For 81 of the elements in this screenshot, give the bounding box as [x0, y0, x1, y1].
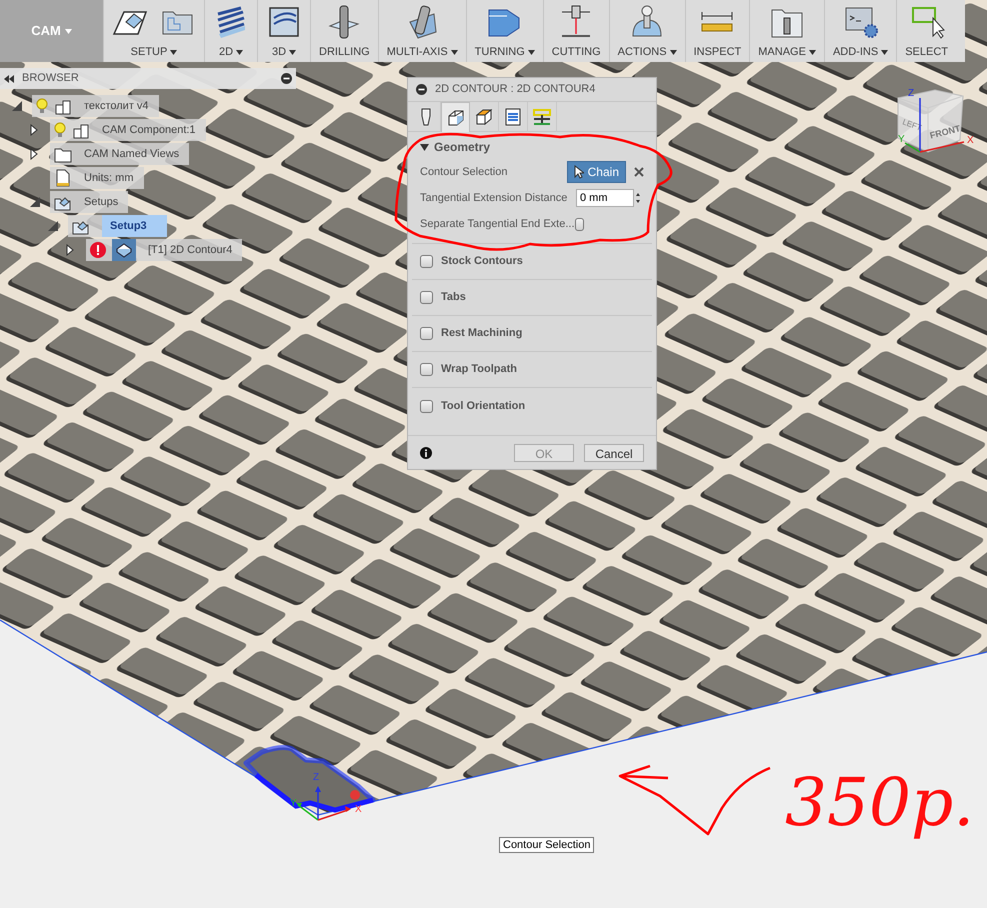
panel-title: BROWSER	[22, 71, 80, 86]
section-title: Stock Contours	[441, 254, 523, 270]
face-label: LEFT	[901, 117, 923, 133]
checkbox[interactable]	[420, 363, 433, 376]
dialog-button[interactable]: Cancel	[584, 444, 644, 462]
field-label: Tangential Extension Distance	[420, 190, 568, 206]
light-bulb-icon[interactable]	[54, 122, 66, 138]
origin-marker	[350, 790, 360, 800]
section-title: Rest Machining	[441, 326, 522, 342]
field-label: Separate Tangential End Exte...	[420, 216, 575, 232]
tree-item[interactable]: Setup3	[68, 215, 167, 237]
toolbar-menu-button[interactable]: ADD-INS	[832, 45, 888, 59]
cursor-icon	[574, 165, 584, 179]
cube-icon	[446, 108, 466, 128]
section-header[interactable]: Geometry	[412, 135, 498, 159]
minimize-icon[interactable]	[281, 73, 292, 84]
tooltip: Contour Selection	[499, 837, 594, 853]
expanded-triangle-icon[interactable]	[12, 101, 22, 111]
toolbar-button[interactable]: INSPECT	[694, 45, 742, 59]
toolbar-menu-button[interactable]: TURNING	[474, 45, 535, 59]
axis-label: Y	[290, 798, 297, 809]
caret-icon	[289, 50, 296, 54]
toolbar-menu-button[interactable]: 3D	[272, 45, 296, 59]
caret-icon	[450, 50, 458, 54]
checkbox[interactable]	[420, 327, 433, 340]
axis-label: X	[967, 135, 974, 146]
layers-icon	[503, 107, 523, 127]
expanded-triangle-icon[interactable]	[30, 197, 40, 207]
caret-icon	[170, 50, 178, 54]
caret-icon	[236, 50, 244, 54]
info-icon[interactable]	[420, 446, 432, 458]
toolbar-menu-button[interactable]: MANAGE	[758, 45, 816, 59]
toolbar-button[interactable]: DRILLING	[319, 45, 370, 59]
toolbar-menu-button[interactable]: 2D	[218, 45, 244, 59]
checkbox[interactable]	[420, 255, 433, 268]
toolbar-menu-button[interactable]: MULTI-AXIS	[386, 45, 458, 59]
checkbox[interactable]	[420, 291, 433, 304]
axis-triad-drawing	[296, 786, 351, 821]
stock-cube-icon	[474, 107, 494, 127]
section-title: Wrap Toolpath	[441, 362, 517, 378]
field-label: Contour Selection	[420, 164, 508, 180]
minimize-icon[interactable]	[416, 84, 427, 95]
close-icon[interactable]	[634, 167, 644, 177]
tree-item[interactable]: [T1] 2D Contour4	[86, 239, 242, 261]
collapsed-triangle-icon[interactable]	[66, 244, 74, 256]
toolbar-menu-button[interactable]: ACTIONS	[618, 45, 677, 59]
tree-item[interactable]: текстолит v4	[32, 95, 159, 117]
section-title: Tabs	[441, 290, 466, 306]
tree-item[interactable]: Units: mm	[50, 167, 144, 189]
tree-item[interactable]: Setups	[50, 191, 128, 213]
dialog-tab[interactable]	[441, 102, 470, 132]
light-bulb-icon[interactable]	[36, 98, 48, 114]
selection-button[interactable]: Chain	[566, 161, 626, 183]
number-field[interactable]: 0 mm	[576, 189, 634, 207]
checkbox[interactable]	[420, 400, 433, 412]
checkbox[interactable]	[574, 218, 584, 230]
caret-icon	[670, 50, 677, 54]
dialog-title: 2D CONTOUR : 2D CONTOUR4	[435, 82, 596, 98]
document-ruler-icon	[54, 169, 72, 187]
collapse-icon[interactable]	[4, 74, 14, 82]
cube-icon	[115, 241, 133, 259]
tree-item[interactable]: CAM Component:1	[50, 119, 206, 141]
collapsed-triangle-icon[interactable]	[30, 124, 38, 136]
face-label: FRONT	[928, 123, 962, 141]
axis-label: X	[355, 804, 362, 815]
tree-item[interactable]: CAM Named Views	[50, 143, 190, 165]
passes-icon	[532, 107, 552, 127]
caret-icon	[64, 28, 72, 34]
caret-icon	[881, 50, 888, 54]
expanded-triangle-icon[interactable]	[48, 221, 58, 231]
toolbar-menu-button[interactable]: SETUP	[130, 45, 178, 59]
error-icon	[90, 242, 106, 258]
axis-label: Y	[898, 134, 905, 145]
axis-label: Z	[313, 772, 320, 783]
expanded-caret-icon	[420, 144, 429, 150]
toolbar-button[interactable]: SELECT	[905, 45, 948, 59]
caret-icon	[808, 50, 816, 54]
collapsed-triangle-icon[interactable]	[30, 148, 38, 160]
toolbar-button[interactable]: CUTTING	[552, 45, 601, 59]
caret-icon	[528, 50, 535, 54]
section-title: Tool Orientation	[441, 398, 526, 414]
